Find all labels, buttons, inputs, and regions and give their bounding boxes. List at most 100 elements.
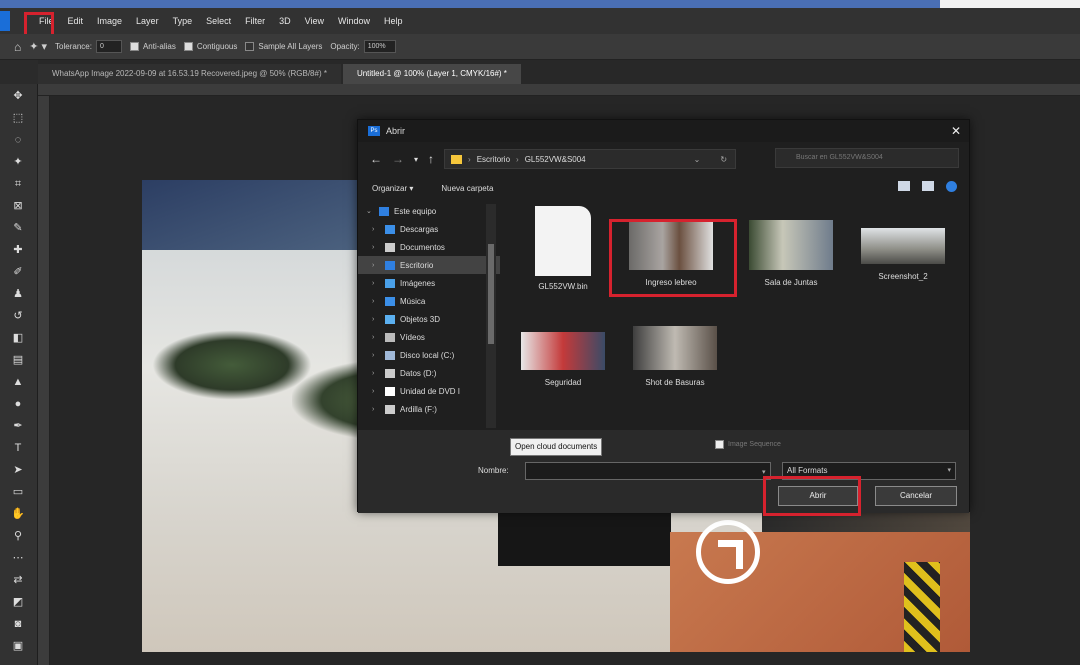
dodge-tool-icon[interactable]: ●: [7, 394, 29, 414]
nav-item-9[interactable]: › Datos (D:): [358, 364, 500, 382]
file-item-screenshot-2[interactable]: Screenshot_2: [848, 220, 958, 310]
chevron-right-icon[interactable]: ›: [372, 352, 380, 359]
healing-tool-icon[interactable]: ✚: [7, 240, 29, 260]
close-icon[interactable]: ✕: [951, 124, 961, 138]
menu-filter[interactable]: Filter: [238, 8, 272, 34]
chevron-right-icon[interactable]: ›: [372, 334, 380, 341]
file-item-ingreso-lebreo[interactable]: Ingreso lebreo: [616, 220, 726, 310]
contiguous-group[interactable]: Contiguous: [183, 42, 237, 51]
menu-layer[interactable]: Layer: [129, 8, 166, 34]
move-tool-icon[interactable]: ✥: [7, 86, 29, 106]
chevron-right-icon[interactable]: ›: [372, 370, 380, 377]
antialias-checkbox[interactable]: [129, 42, 139, 51]
chevron-right-icon[interactable]: ›: [372, 244, 380, 251]
refresh-icon[interactable]: ↻: [720, 155, 727, 164]
file-item-shot-de-basuras[interactable]: Shot de Basuras: [620, 326, 730, 416]
recent-chevron-icon[interactable]: ▾: [414, 155, 418, 164]
nav-item-2[interactable]: › Documentos: [358, 238, 500, 256]
brush-tool-icon[interactable]: ✐: [7, 262, 29, 282]
home-icon[interactable]: ⌂: [14, 40, 21, 54]
cancel-button[interactable]: Cancelar: [875, 486, 957, 506]
chevron-right-icon[interactable]: ›: [372, 388, 380, 395]
chevron-right-icon[interactable]: ›: [372, 280, 380, 287]
opacity-input[interactable]: 100%: [363, 40, 396, 53]
stamp-tool-icon[interactable]: ♟: [7, 284, 29, 304]
more-tools-icon[interactable]: ⋯: [7, 548, 29, 568]
menu-help[interactable]: Help: [377, 8, 410, 34]
sample-all-group[interactable]: Sample All Layers: [245, 42, 322, 51]
eraser-tool-icon[interactable]: ◧: [7, 328, 29, 348]
nav-item-5[interactable]: › Música: [358, 292, 500, 310]
nav-scrollbar[interactable]: [486, 204, 496, 428]
screen-mode-icon[interactable]: ▣: [7, 636, 29, 656]
magic-wand-tool-icon[interactable]: ✦: [7, 152, 29, 172]
swap-colors-icon[interactable]: ⇄: [7, 570, 29, 590]
new-folder-button[interactable]: Nueva carpeta: [441, 184, 493, 193]
path-select-tool-icon[interactable]: ➤: [7, 460, 29, 480]
chevron-down-icon[interactable]: ⌄: [366, 207, 374, 215]
tab-untitled-1[interactable]: Untitled-1 @ 100% (Layer 1, CMYK/16#) *: [342, 64, 521, 84]
forward-arrow-icon[interactable]: →: [392, 152, 404, 166]
back-arrow-icon[interactable]: ←: [370, 152, 382, 166]
nav-item-1[interactable]: › Descargas: [358, 220, 500, 238]
nav-item-7[interactable]: › Vídeos: [358, 328, 500, 346]
address-bar[interactable]: › Escritorio › GL552VW&S004 ⌄ ↻: [444, 149, 737, 169]
crop-tool-icon[interactable]: ⌗: [7, 174, 29, 194]
marquee-tool-icon[interactable]: ⬚: [7, 108, 29, 128]
address-dropdown-icon[interactable]: ⌄: [694, 155, 701, 164]
nav-item-0[interactable]: ⌄ Este equipo: [358, 202, 500, 220]
lasso-tool-icon[interactable]: ◌: [7, 130, 29, 150]
nav-item-4[interactable]: › Imágenes: [358, 274, 500, 292]
view-mode-icon[interactable]: [898, 181, 910, 191]
contiguous-checkbox[interactable]: [183, 42, 193, 51]
gradient-tool-icon[interactable]: ▤: [7, 350, 29, 370]
nav-item-6[interactable]: › Objetos 3D: [358, 310, 500, 328]
breadcrumb-escritorio[interactable]: Escritorio: [477, 155, 510, 164]
quick-mask-icon[interactable]: ◙: [7, 614, 29, 634]
help-icon[interactable]: [946, 181, 957, 192]
hand-tool-icon[interactable]: ✋: [7, 504, 29, 524]
open-cloud-documents-button[interactable]: Open cloud documents: [510, 438, 603, 456]
image-sequence-checkbox[interactable]: [715, 440, 724, 449]
organize-button[interactable]: Organizar ▾: [372, 184, 413, 193]
eyedropper-tool-icon[interactable]: ✎: [7, 218, 29, 238]
frame-tool-icon[interactable]: ⊠: [7, 196, 29, 216]
menu-window[interactable]: Window: [331, 8, 377, 34]
up-arrow-icon[interactable]: ↑: [428, 152, 434, 166]
nav-item-10[interactable]: › Unidad de DVD I: [358, 382, 500, 400]
menu-image[interactable]: Image: [90, 8, 129, 34]
tab-whatsapp-image[interactable]: WhatsApp Image 2022-09-09 at 16.53.19 Re…: [38, 64, 341, 84]
history-brush-tool-icon[interactable]: ↺: [7, 306, 29, 326]
chevron-right-icon[interactable]: ›: [372, 298, 380, 305]
chevron-right-icon[interactable]: ›: [372, 406, 380, 413]
menu-3d[interactable]: 3D: [272, 8, 298, 34]
file-format-select[interactable]: All Formats ▾: [782, 462, 956, 480]
chevron-right-icon[interactable]: ›: [372, 262, 380, 269]
type-tool-icon[interactable]: T: [7, 438, 29, 458]
search-input[interactable]: Buscar en GL552VW&S004: [775, 148, 959, 168]
preview-pane-icon[interactable]: [922, 181, 934, 191]
breadcrumb-current-folder[interactable]: GL552VW&S004: [525, 155, 586, 164]
pen-tool-icon[interactable]: ✒: [7, 416, 29, 436]
nav-scrollbar-thumb[interactable]: [488, 244, 494, 344]
image-sequence-option[interactable]: Image Sequence: [715, 440, 781, 449]
file-name-input[interactable]: [525, 462, 771, 480]
nav-item-8[interactable]: › Disco local (C:): [358, 346, 500, 364]
file-item-sala-de-juntas[interactable]: Sala de Juntas: [736, 220, 846, 310]
color-swatches-icon[interactable]: ◩: [7, 592, 29, 612]
chevron-right-icon[interactable]: ›: [372, 226, 380, 233]
menu-file[interactable]: File: [32, 8, 61, 34]
menu-edit[interactable]: Edit: [61, 8, 91, 34]
nav-item-11[interactable]: › Ardilla (F:): [358, 400, 500, 418]
menu-select[interactable]: Select: [199, 8, 238, 34]
nav-item-3[interactable]: › Escritorio: [358, 256, 500, 274]
file-item-gl552vw-bin[interactable]: GL552VW.bin: [508, 206, 618, 296]
file-name-dropdown-icon[interactable]: ▾: [762, 468, 766, 476]
magic-wand-icon[interactable]: ✦ ▾: [29, 40, 47, 53]
shape-tool-icon[interactable]: ▭: [7, 482, 29, 502]
blur-tool-icon[interactable]: ▲: [7, 372, 29, 392]
menu-view[interactable]: View: [298, 8, 331, 34]
open-button[interactable]: Abrir: [778, 486, 858, 506]
file-item-seguridad[interactable]: Seguridad: [508, 332, 618, 422]
sample-all-checkbox[interactable]: [245, 42, 255, 51]
